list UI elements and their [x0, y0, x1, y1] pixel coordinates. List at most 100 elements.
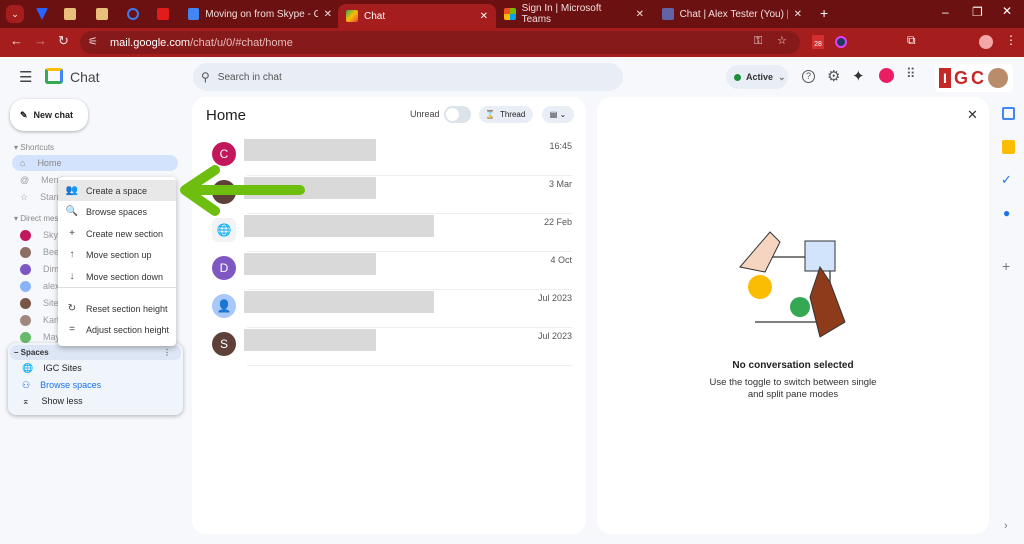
empty-state-title: No conversation selected: [732, 360, 854, 371]
conversation-row[interactable]: S Jul 2023: [192, 324, 586, 366]
site-info-icon[interactable]: ⚟: [88, 35, 98, 48]
close-tab-icon[interactable]: ✕: [636, 9, 644, 20]
extension-clock-icon[interactable]: [879, 68, 894, 83]
restore-button[interactable]: ❐: [972, 5, 983, 19]
redacted-preview: [244, 291, 434, 313]
tab-teams-chat[interactable]: Chat | Alex Tester (You) | Microsoft Tea…: [654, 4, 810, 24]
menu-item-move-section-down[interactable]: ↓ Move section down: [58, 266, 176, 287]
chat-logo: [45, 68, 63, 84]
docs-icon: [188, 8, 200, 20]
browse-spaces-icon: ⚇: [22, 380, 31, 390]
tab-chat[interactable]: Chat ✕: [338, 4, 496, 28]
bookmark-star-icon[interactable]: ☆: [777, 34, 787, 47]
search-icon: ⚲: [201, 70, 210, 84]
conversation-detail-panel: ✕ No conversation selected Use the toggl…: [597, 97, 989, 534]
tab-docs[interactable]: Moving on from Skype - Google Docs✕: [180, 4, 340, 24]
menu-item-icon: ↑: [69, 249, 75, 260]
chevron-down-icon: ⌄: [778, 71, 786, 82]
sidebar-item-home[interactable]: ⌂ Home: [12, 155, 178, 171]
home-list-panel: Home Unread ⌛ Thread ▤ ⌄ C 16:45 3 Mar 🌐 22 F…: [192, 97, 586, 534]
close-tab-icon[interactable]: ✕: [324, 9, 332, 20]
teams-icon: [662, 8, 674, 20]
tasks-app-icon[interactable]: ✓: [1001, 172, 1012, 188]
globe-icon: 🌐: [22, 363, 34, 373]
menu-item-icon: 👥: [65, 185, 79, 196]
minimize-button[interactable]: –: [942, 5, 949, 19]
search-input[interactable]: ⚲ Search in chat: [193, 63, 623, 91]
avatar: [20, 229, 31, 241]
menu-item-move-section-up[interactable]: ↑ Move section up: [58, 244, 176, 265]
unread-toggle[interactable]: [444, 106, 471, 123]
calendar-app-icon[interactable]: [1002, 107, 1015, 120]
gemini-sparkle-icon[interactable]: ✦: [852, 67, 865, 85]
account-avatar[interactable]: [988, 68, 1009, 88]
conversation-row[interactable]: 👤 Jul 2023: [192, 286, 586, 328]
key-icon[interactable]: ⚿: [754, 35, 762, 48]
show-less-button[interactable]: ⌅ Show less: [22, 396, 83, 407]
redacted-preview: [244, 253, 376, 275]
avatar: [20, 331, 31, 343]
menu-item-create-new-section[interactable]: + Create new section: [58, 223, 176, 244]
close-tab-icon[interactable]: ✕: [480, 11, 488, 22]
menu-item-browse-spaces[interactable]: 🔍 Browse spaces: [58, 201, 176, 222]
address-bar[interactable]: ⚟ mail.google.com/chat/u/0/#chat/home ⚿ …: [80, 31, 800, 54]
empty-state-illustration: [739, 231, 846, 338]
pinned-tab-icon[interactable]: [127, 8, 139, 20]
shortcuts-header[interactable]: ▾ Shortcuts: [14, 143, 54, 152]
more-options-icon[interactable]: ⋮: [163, 345, 171, 360]
tab-teams-signin[interactable]: Sign In | Microsoft Teams ✕: [496, 3, 652, 25]
tab-search-button[interactable]: ⌄: [6, 5, 24, 23]
help-icon[interactable]: ?: [802, 70, 815, 83]
space-item-igc-sites[interactable]: 🌐 IGC Sites: [22, 363, 82, 374]
conversation-time: 3 Mar: [548, 179, 572, 189]
forward-button[interactable]: →: [34, 33, 47, 48]
pinned-tab-icon[interactable]: [157, 8, 169, 20]
browser-menu-icon[interactable]: ⋮: [1005, 33, 1017, 47]
thread-button[interactable]: ⌛ Thread: [479, 106, 533, 123]
redacted-preview: [244, 329, 376, 351]
main-menu-icon[interactable]: ☰: [19, 68, 32, 86]
browser-tab-bar: ⌄ Moving on from Skype - Google Docs✕ Ch…: [0, 0, 1024, 28]
new-chat-icon: ✎: [20, 109, 28, 120]
redacted-preview: [244, 139, 376, 161]
home-icon: ⌂: [20, 158, 26, 168]
spaces-section: – Spaces ⋮ 🌐 IGC Sites ⚇ Browse spaces ⌅ Sho…: [8, 343, 183, 415]
pane-mode-dropdown[interactable]: ▤ ⌄: [542, 106, 574, 123]
keep-app-icon[interactable]: [1002, 140, 1015, 154]
extension-calendar-icon[interactable]: 28: [812, 35, 824, 49]
reload-button[interactable]: ↻: [58, 33, 69, 49]
extensions-puzzle-icon[interactable]: ⧉: [907, 33, 916, 48]
menu-item-adjust-section-height[interactable]: = Adjust section height: [58, 319, 176, 340]
pinned-tab-icon[interactable]: [96, 8, 108, 20]
apps-grid-icon[interactable]: ⠿: [906, 66, 915, 82]
spaces-header[interactable]: – Spaces ⋮: [10, 345, 181, 360]
profile-avatar[interactable]: [979, 35, 993, 49]
settings-gear-icon[interactable]: ⚙: [827, 67, 840, 85]
menu-item-icon: 🔍: [65, 206, 79, 217]
close-pane-icon[interactable]: ✕: [967, 107, 978, 123]
pinned-tab-icon[interactable]: [36, 8, 48, 20]
new-chat-button[interactable]: ✎ New chat: [10, 99, 88, 131]
menu-item-create-a-space[interactable]: 👥 Create a space: [58, 180, 176, 201]
empty-state-subtitle: Use the toggle to switch between single …: [709, 377, 877, 400]
menu-item-reset-section-height[interactable]: ↻ Reset section height: [58, 298, 176, 319]
expand-side-panel-icon[interactable]: ›: [1004, 520, 1008, 532]
menu-item-icon: +: [69, 228, 75, 239]
browse-spaces-link[interactable]: ⚇ Browse spaces: [22, 380, 101, 391]
menu-item-icon: ↓: [69, 271, 75, 282]
extension-icon[interactable]: [835, 36, 847, 48]
conversation-time: 4 Oct: [550, 255, 572, 265]
get-addons-icon[interactable]: +: [1002, 258, 1010, 274]
avatar: 🌐: [212, 218, 236, 242]
close-window-button[interactable]: ✕: [1002, 4, 1012, 18]
contacts-app-icon[interactable]: ●: [1003, 206, 1010, 220]
org-logo: IGC: [935, 64, 1013, 92]
new-tab-button[interactable]: +: [820, 5, 828, 21]
collapse-icon: ⌅: [22, 396, 30, 406]
status-dropdown[interactable]: Active ⌄: [726, 65, 788, 89]
pinned-tab-icon[interactable]: [64, 8, 76, 20]
back-button[interactable]: ←: [10, 33, 23, 48]
close-tab-icon[interactable]: ✕: [794, 9, 802, 20]
conversation-row[interactable]: D 4 Oct: [192, 248, 586, 290]
active-status-dot: [734, 73, 741, 81]
